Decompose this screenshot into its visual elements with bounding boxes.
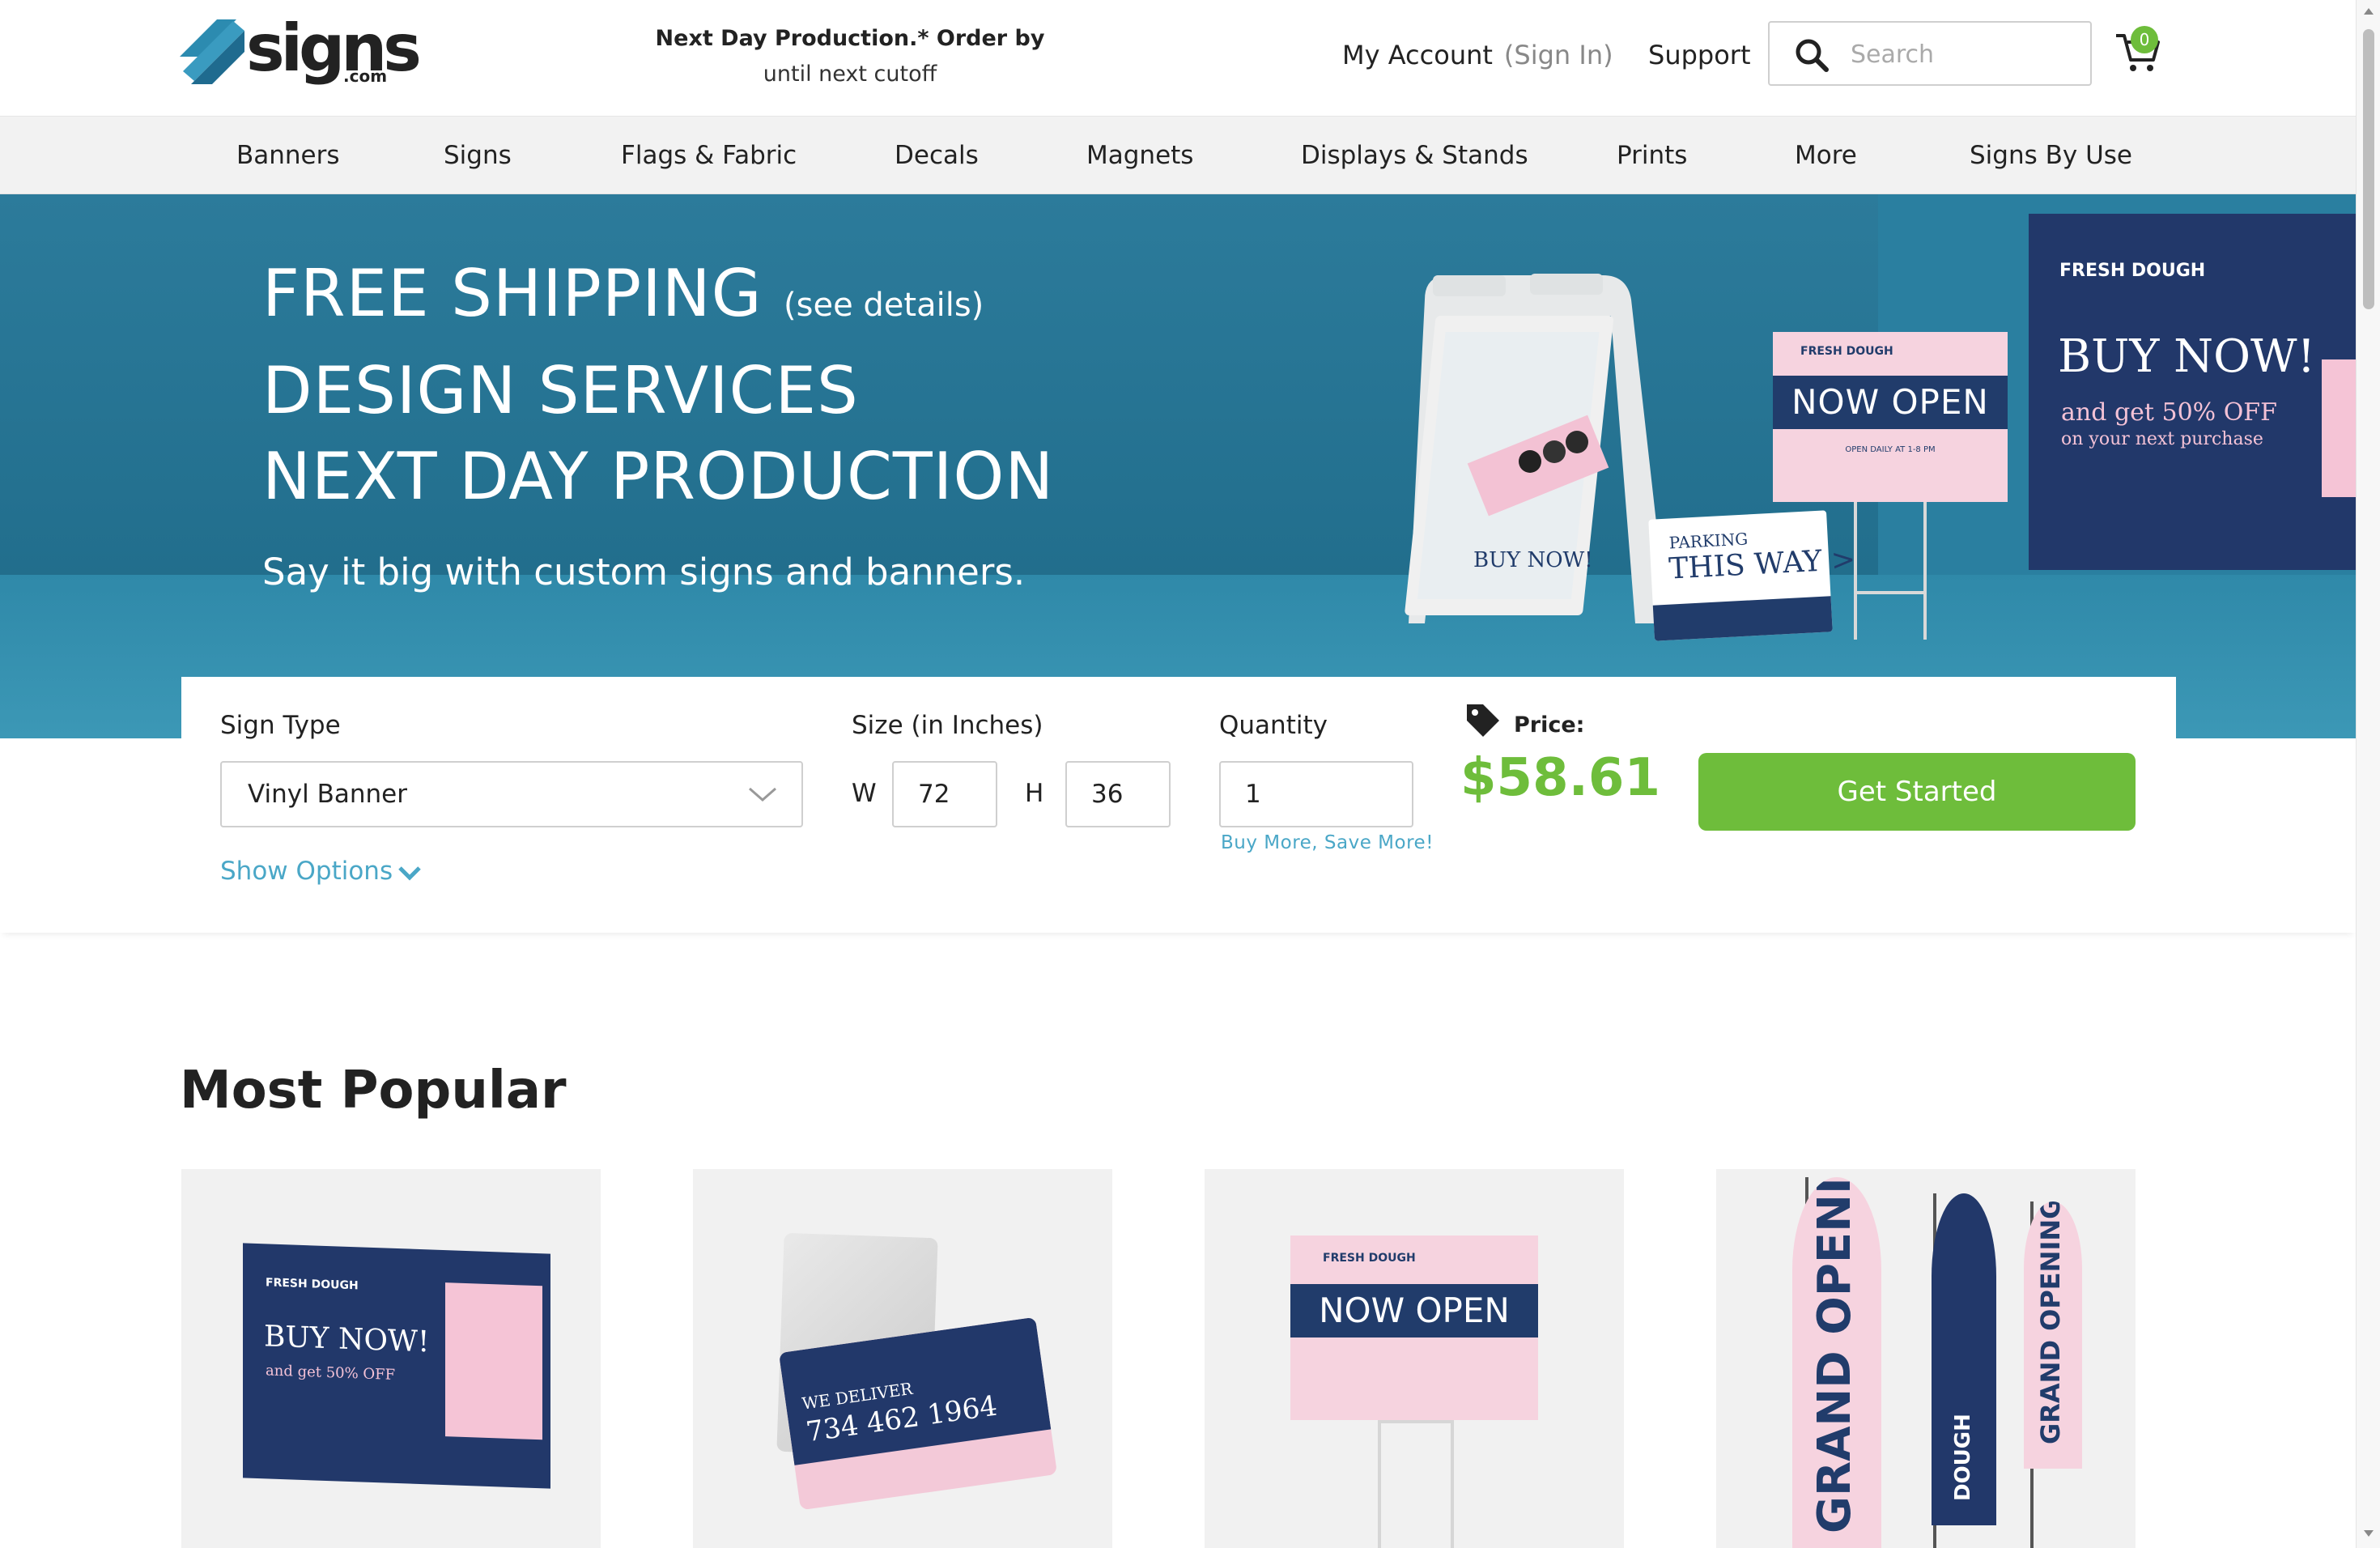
product-card-feather-flag[interactable]: GRAND OPENING DOUGH GRAND OPENING (1716, 1169, 2136, 1548)
parking-sign: PARKING THIS WAY > (1648, 510, 1856, 641)
sign-type-label: Sign Type (220, 711, 341, 740)
see-details-link[interactable]: (see details) (784, 287, 984, 324)
nav-item-signs-by-use[interactable]: Signs By Use (1970, 117, 2132, 195)
width-letter: W (852, 779, 877, 808)
scroll-up-arrow-icon[interactable] (2364, 8, 2374, 15)
width-input[interactable] (894, 763, 996, 826)
quantity-label: Quantity (1219, 711, 1328, 740)
hero-banner: FREE SHIPPING (see details) DESIGN SERVI… (0, 194, 2356, 738)
sign-in-link[interactable]: (Sign In) (1504, 40, 1613, 70)
product-card-aluminum-sign[interactable]: WE DELIVER 734 462 1964 (693, 1169, 1112, 1548)
quantity-field[interactable] (1219, 761, 1413, 827)
account-label[interactable]: My Account (1342, 40, 1493, 70)
card-1-title: BUY NOW! (264, 1320, 430, 1359)
card-1-logo: FRESH DOUGH (266, 1276, 359, 1293)
main-nav: Banners Signs Flags & Fabric Decals Magn… (0, 116, 2356, 194)
width-field[interactable] (892, 761, 997, 827)
search-icon[interactable] (1794, 37, 1830, 73)
feather-flag-3: GRAND OPENING (2024, 1201, 2082, 1469)
yard-sign-stake (1854, 502, 1927, 640)
sign-type-select[interactable]: Vinyl Banner (220, 761, 803, 827)
nav-item-displays-stands[interactable]: Displays & Stands (1301, 117, 1528, 195)
hero-line-1: FREE SHIPPING (see details) (262, 251, 1054, 348)
a-frame-text: BUY NOW! (1473, 548, 1593, 572)
hero-line-3: NEXT DAY PRODUCTION (262, 439, 1055, 514)
price-tag-icon (1467, 704, 1499, 737)
nav-item-decals[interactable]: Decals (895, 117, 979, 195)
hero-subtitle: Say it big with custom signs and banners… (262, 551, 1026, 593)
hero-line-2: DESIGN SERVICES (262, 353, 859, 428)
feather-flag-2: DOUGH (1932, 1193, 1996, 1525)
now-open-yard-sign: FRESH DOUGH NOW OPEN OPEN DAILY AT 1-8 P… (1773, 332, 2008, 502)
nav-item-flags-fabric[interactable]: Flags & Fabric (621, 117, 797, 195)
yard-sign-hours: OPEN DAILY AT 1-8 PM (1845, 445, 1936, 454)
yard-sign-logo: FRESH DOUGH (1800, 345, 1893, 358)
yard-sign-band: NOW OPEN (1773, 376, 2008, 429)
signs-logo[interactable]: signs .com (180, 11, 431, 87)
card-3-title: NOW OPEN (1290, 1284, 1538, 1337)
logo-suffix: .com (343, 66, 388, 86)
height-input[interactable] (1067, 763, 1169, 826)
vinyl-banner-image: FRESH DOUGH BUY NOW! and get 50% OFF (243, 1243, 550, 1489)
show-options-link[interactable]: Show Options (220, 857, 422, 886)
price-value: $58.61 (1460, 748, 1660, 808)
promo-line-2: until next cutoff (763, 62, 937, 87)
product-card-vinyl-banner[interactable]: FRESH DOUGH BUY NOW! and get 50% OFF (181, 1169, 601, 1548)
hero-headline: FREE SHIPPING (see details) DESIGN SERVI… (262, 251, 1054, 520)
hero-free-shipping: FREE SHIPPING (262, 256, 763, 331)
product-card-yard-sign[interactable]: FRESH DOUGH NOW OPEN (1205, 1169, 1624, 1548)
production-promo: Next Day Production.* Order by until nex… (631, 21, 1069, 92)
nav-item-prints[interactable]: Prints (1617, 117, 1687, 195)
sign-type-value[interactable]: Vinyl Banner (248, 763, 407, 826)
logo-wordmark: signs (246, 11, 422, 86)
size-label: Size (in Inches) (852, 711, 1043, 740)
chevron-down-icon[interactable] (748, 782, 777, 806)
my-account-link[interactable]: My Account (Sign In) (1342, 37, 1613, 73)
scroll-down-arrow-icon[interactable] (2364, 1530, 2374, 1537)
nav-item-banners[interactable]: Banners (236, 117, 340, 195)
search-box[interactable] (1768, 21, 2092, 86)
wall-banner-offer: and get 50% OFF (2061, 398, 2277, 427)
card-3-logo: FRESH DOUGH (1323, 1252, 1416, 1265)
show-options-chevron-icon[interactable] (397, 864, 422, 882)
wall-banner-pink-box (2322, 359, 2356, 497)
promo-line-1: Next Day Production.* Order by (655, 26, 1045, 51)
flag-1-text: GRAND OPENING (1808, 1177, 1861, 1533)
yard-sign-frame (1378, 1420, 1454, 1548)
logo-mark-icon (180, 19, 244, 84)
page-scrollbar[interactable] (2356, 0, 2380, 1548)
nav-item-magnets[interactable]: Magnets (1086, 117, 1193, 195)
card-1-offer: and get 50% OFF (266, 1362, 396, 1384)
wall-banner-logo: FRESH DOUGH (2059, 261, 2206, 281)
price-label: Price: (1514, 712, 1585, 738)
get-started-button[interactable]: Get Started (1698, 753, 2136, 831)
wall-banner-next: on your next purchase (2061, 429, 2263, 449)
height-letter: H (1025, 779, 1044, 808)
nav-item-signs[interactable]: Signs (444, 117, 512, 195)
card-1-pink-box (445, 1282, 542, 1440)
buy-more-save-more-link[interactable]: Buy More, Save More! (1221, 832, 1434, 853)
sign-configurator: Sign Type Vinyl Banner Show Options Size… (181, 677, 2176, 933)
quantity-input[interactable] (1221, 763, 1412, 826)
search-input[interactable] (1851, 32, 2077, 76)
nav-item-more[interactable]: More (1795, 117, 1857, 195)
height-field[interactable] (1065, 761, 1171, 827)
scrollbar-thumb[interactable] (2363, 29, 2374, 309)
show-options-label[interactable]: Show Options (220, 857, 393, 886)
feather-flag-1: GRAND OPENING (1792, 1177, 1881, 1548)
flag-3-text: GRAND OPENING (2035, 1201, 2066, 1444)
site-header: signs .com Next Day Production.* Order b… (0, 0, 2356, 116)
wall-banner-image: FRESH DOUGH BUY NOW! and get 50% OFF on … (2029, 214, 2356, 570)
support-link[interactable]: Support (1648, 37, 1751, 73)
flag-2-text: DOUGH (1951, 1414, 1975, 1501)
wall-banner-title: BUY NOW! (2058, 330, 2316, 383)
yard-sign-image: FRESH DOUGH NOW OPEN (1290, 1235, 1538, 1420)
most-popular-heading: Most Popular (180, 1061, 567, 1121)
a-frame-sign-image: BUY NOW! (1405, 274, 1668, 623)
cart-count-badge: 0 (2131, 26, 2158, 53)
